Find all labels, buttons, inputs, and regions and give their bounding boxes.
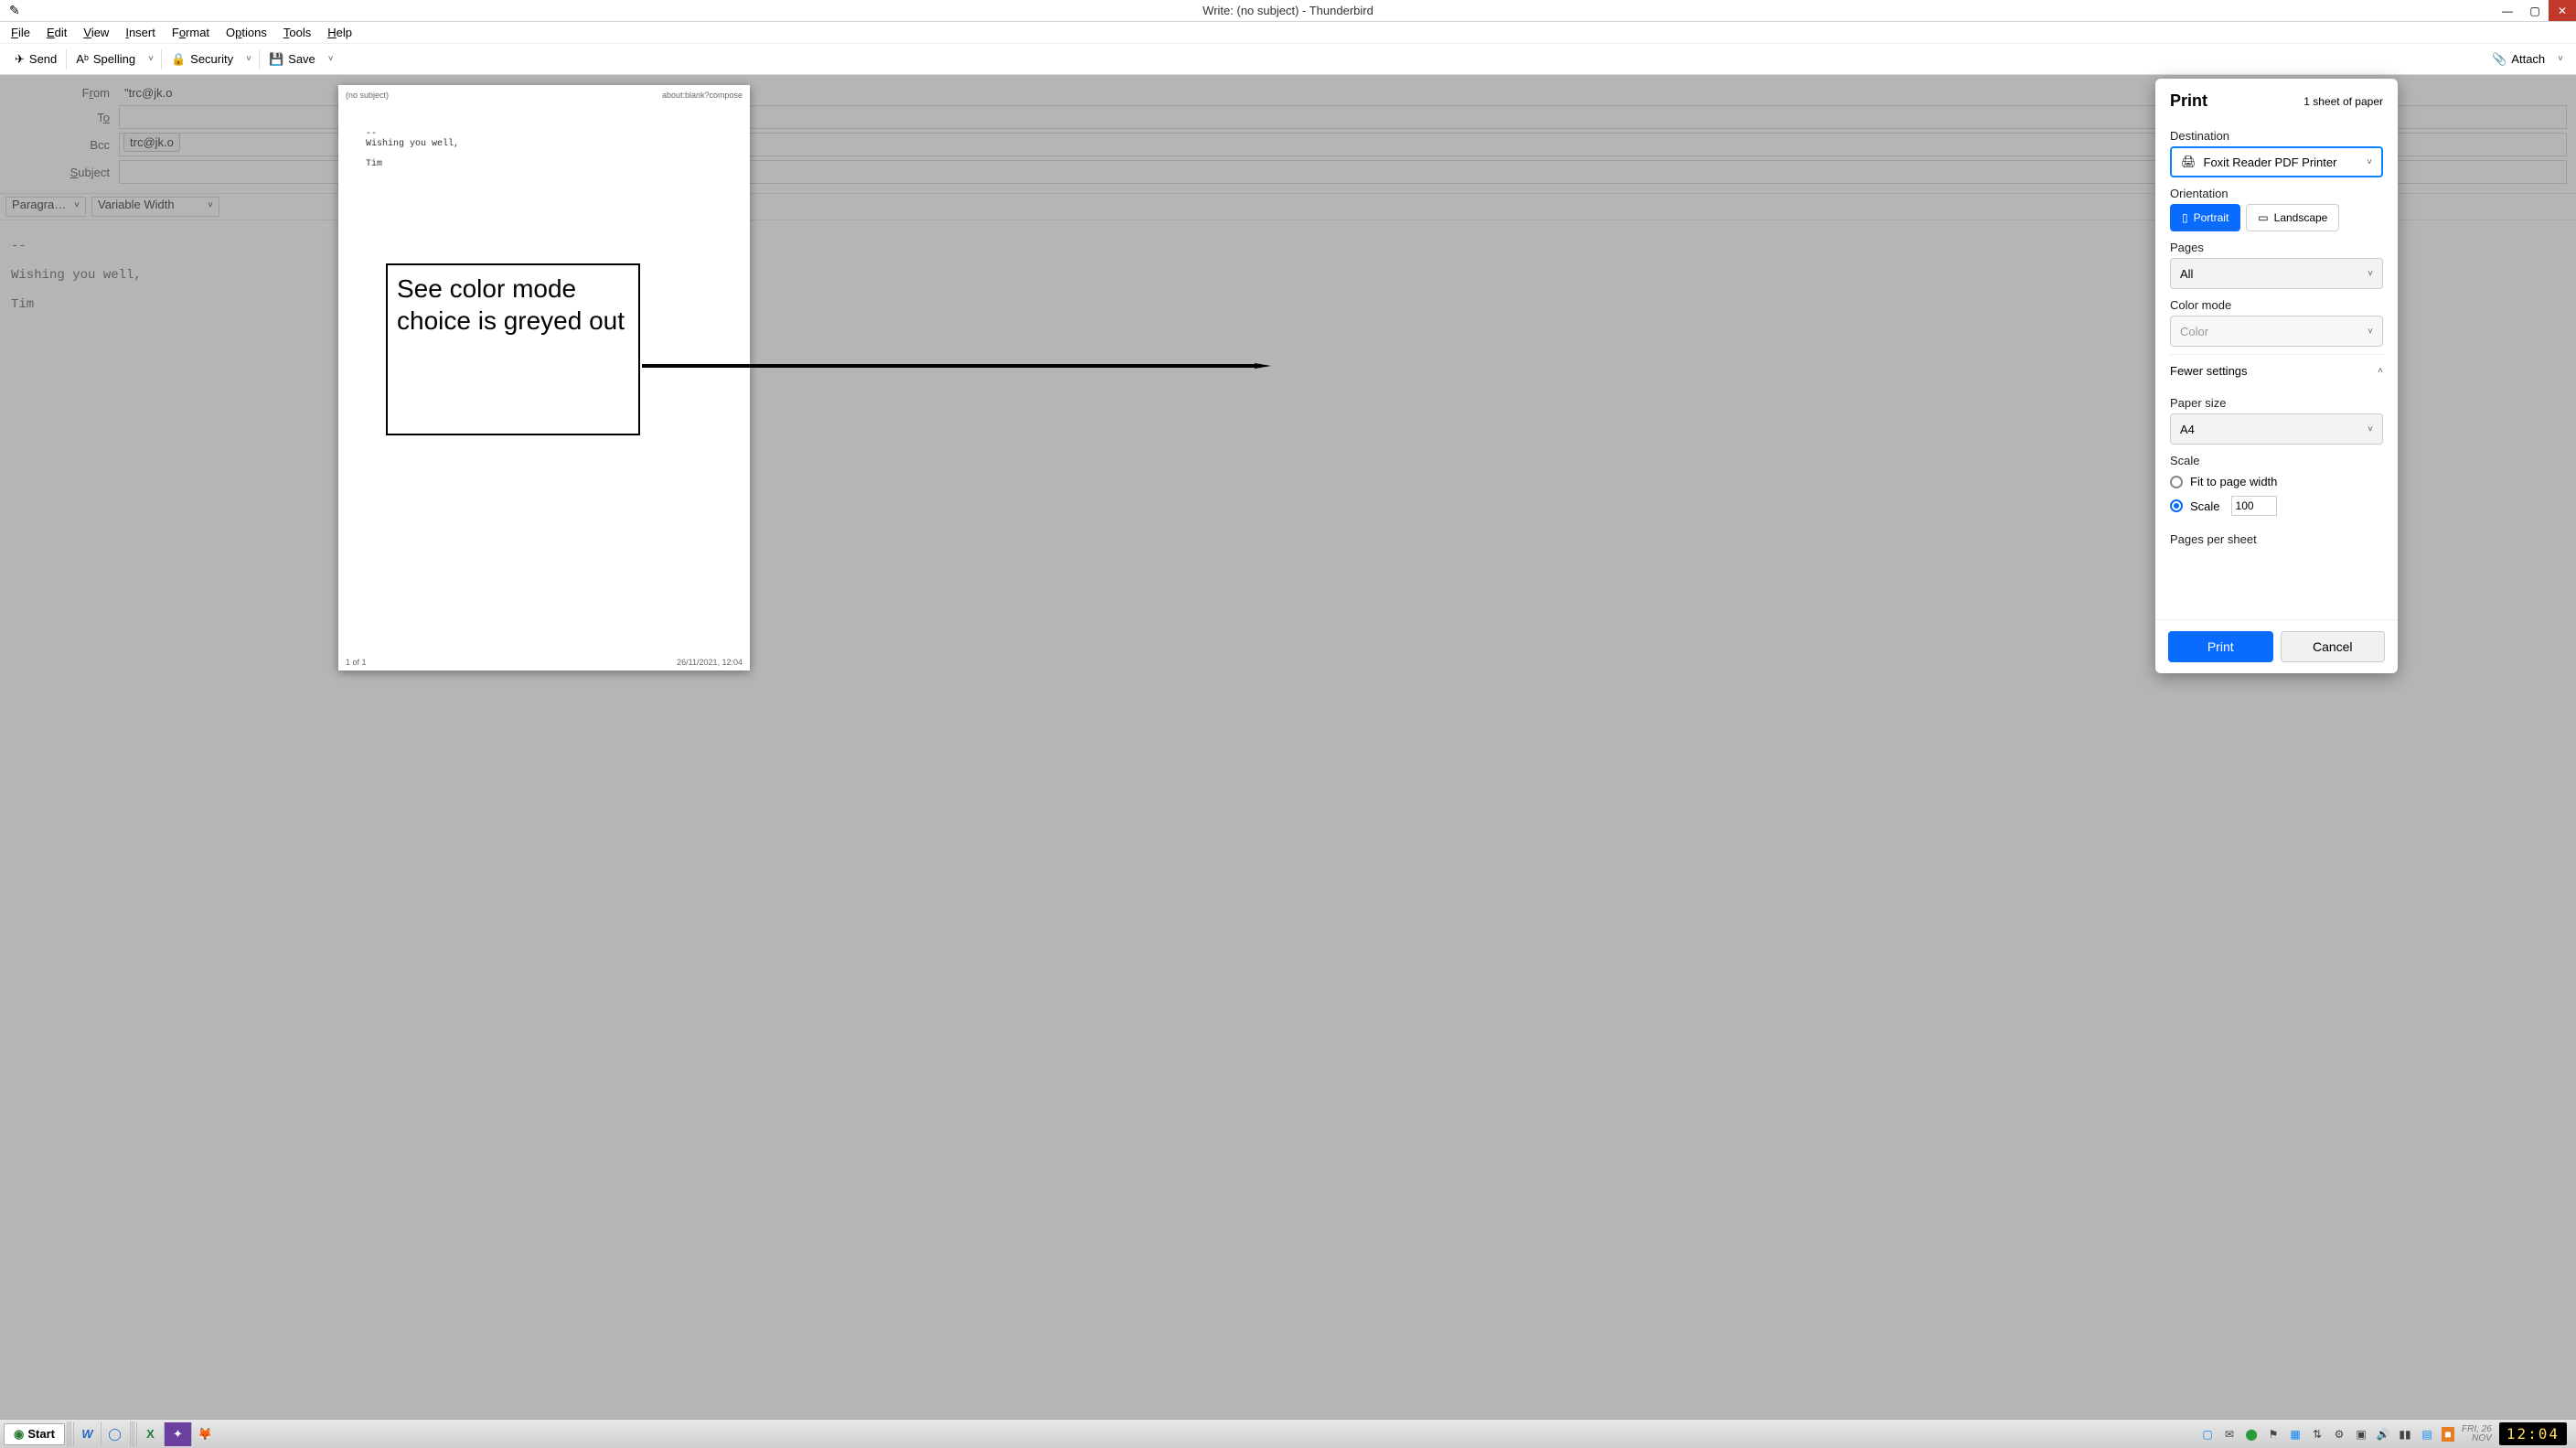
save-dropdown[interactable]: ˅ [323,50,339,68]
security-button[interactable]: 🔒Security [164,48,240,70]
color-mode-select: Color˅ [2170,316,2383,347]
menu-edit[interactable]: Edit [39,24,74,41]
send-button[interactable]: ✈Send [7,48,64,70]
system-tray: ▢ ✉ ⬤ ⚑ ▦ ⇅ ⚙ ▣ 🔊 ▮▮ ▤ ■ FRI, 26 NOV 12:… [2200,1422,2572,1445]
send-icon: ✈ [15,52,25,67]
tray-shield-icon[interactable]: ⬤ [2244,1427,2259,1442]
security-dropdown[interactable]: ˅ [240,50,257,68]
tray-photo-icon[interactable]: ▦ [2288,1427,2303,1442]
landscape-icon: ▭ [2258,211,2268,224]
start-orb-icon: ◉ [14,1427,24,1442]
menu-view[interactable]: View [76,24,116,41]
chevron-down-icon: ˅ [2368,269,2373,279]
pages-per-sheet-label: Pages per sheet [2170,532,2383,546]
tray-clock-icon[interactable]: ▣ [2354,1427,2368,1442]
portrait-icon: ▯ [2182,211,2188,224]
minimize-button[interactable]: — [2494,0,2521,21]
scale-custom-radio[interactable]: Scale [2170,492,2383,520]
maximize-button[interactable]: ▢ [2521,0,2549,21]
preview-footer-right: 26/11/2021, 12:04 [677,658,743,667]
start-button[interactable]: ◉ Start [4,1423,65,1445]
taskbar-app-purple[interactable]: ✦ [164,1422,191,1446]
destination-label: Destination [2170,129,2383,143]
tray-misc1-icon[interactable]: ▤ [2420,1427,2434,1442]
preview-body: -- Wishing you well, Tim [366,129,722,169]
print-dialog: Print 1 sheet of paper Destination 🖨Foxi… [2155,79,2398,673]
fewer-settings-toggle[interactable]: Fewer settings˄ [2170,354,2383,387]
taskbar-app-firefox[interactable]: 🦊 [191,1422,219,1446]
menu-help[interactable]: Help [320,24,359,41]
spelling-icon: Aᵇ [76,52,89,66]
pages-select[interactable]: All˅ [2170,258,2383,289]
save-icon: 💾 [269,52,283,67]
chevron-down-icon: ˅ [2368,424,2373,434]
menu-format[interactable]: Format [165,24,217,41]
fit-to-width-radio[interactable]: Fit to page width [2170,471,2383,492]
tray-clock[interactable]: 12:04 [2499,1422,2567,1445]
tray-zoom-icon[interactable]: ▢ [2200,1427,2215,1442]
menu-bar: File Edit View Insert Format Options Too… [0,22,2576,44]
paper-size-select[interactable]: A4˅ [2170,413,2383,445]
taskbar-app-browser[interactable]: ◯ [101,1422,128,1446]
print-preview-page: (no subject) about:blank?compose -- Wish… [338,85,750,670]
tray-sync-icon[interactable]: ⇅ [2310,1427,2325,1442]
color-mode-label: Color mode [2170,298,2383,312]
printer-icon: 🖨 [2181,155,2197,169]
compose-icon: ✎ [9,3,20,18]
lock-icon: 🔒 [171,52,186,67]
pages-label: Pages [2170,241,2383,254]
destination-select[interactable]: 🖨Foxit Reader PDF Printer ˅ [2170,146,2383,177]
taskbar-app-word[interactable]: W [73,1422,101,1446]
menu-insert[interactable]: Insert [118,24,163,41]
close-button[interactable]: ✕ [2549,0,2576,21]
attach-button[interactable]: 📎Attach [2485,48,2552,70]
orientation-label: Orientation [2170,187,2383,200]
paper-size-label: Paper size [2170,396,2383,410]
taskbar-app-excel[interactable]: X [136,1422,164,1446]
taskbar: ◉ Start W ◯ X ✦ 🦊 ▢ ✉ ⬤ ⚑ ▦ ⇅ ⚙ ▣ 🔊 ▮▮ ▤… [0,1419,2576,1448]
tray-misc2-icon[interactable]: ■ [2442,1427,2454,1442]
compose-toolbar: ✈Send AᵇSpelling ˅ 🔒Security ˅ 💾Save ˅ 📎… [0,44,2576,75]
tray-volume-icon[interactable]: 🔊 [2376,1427,2390,1442]
tray-mail-icon[interactable]: ✉ [2222,1427,2237,1442]
annotation-callout: See color mode choice is greyed out [386,263,640,435]
scale-label: Scale [2170,454,2383,467]
print-title: Print [2170,91,2207,111]
paperclip-icon: 📎 [2492,52,2507,67]
menu-options[interactable]: Options [219,24,274,41]
preview-header-left: (no subject) [346,91,389,100]
scale-input[interactable] [2231,496,2277,516]
print-button[interactable]: Print [2168,631,2273,662]
chevron-down-icon: ˅ [2368,327,2373,337]
attach-dropdown[interactable]: ˅ [2552,50,2569,68]
preview-footer-left: 1 of 1 [346,658,367,667]
spelling-dropdown[interactable]: ˅ [143,50,159,68]
tray-gear-icon[interactable]: ⚙ [2332,1427,2346,1442]
cancel-button[interactable]: Cancel [2281,631,2386,662]
spelling-button[interactable]: AᵇSpelling [69,48,143,70]
portrait-button[interactable]: ▯Portrait [2170,204,2240,231]
title-bar: ✎ Write: (no subject) - Thunderbird — ▢ … [0,0,2576,22]
sheet-count: 1 sheet of paper [2303,95,2383,108]
menu-file[interactable]: File [4,24,37,41]
chevron-up-icon: ˄ [2378,366,2383,376]
chevron-down-icon: ˅ [2367,157,2372,167]
tray-flag-icon[interactable]: ⚑ [2266,1427,2281,1442]
preview-header-right: about:blank?compose [662,91,743,100]
window-title: Write: (no subject) - Thunderbird [1202,4,1374,17]
tray-network-icon[interactable]: ▮▮ [2398,1427,2412,1442]
save-button[interactable]: 💾Save [262,48,323,70]
menu-tools[interactable]: Tools [276,24,318,41]
landscape-button[interactable]: ▭Landscape [2246,204,2339,231]
tray-date: FRI, 26 NOV [2462,1425,2492,1443]
